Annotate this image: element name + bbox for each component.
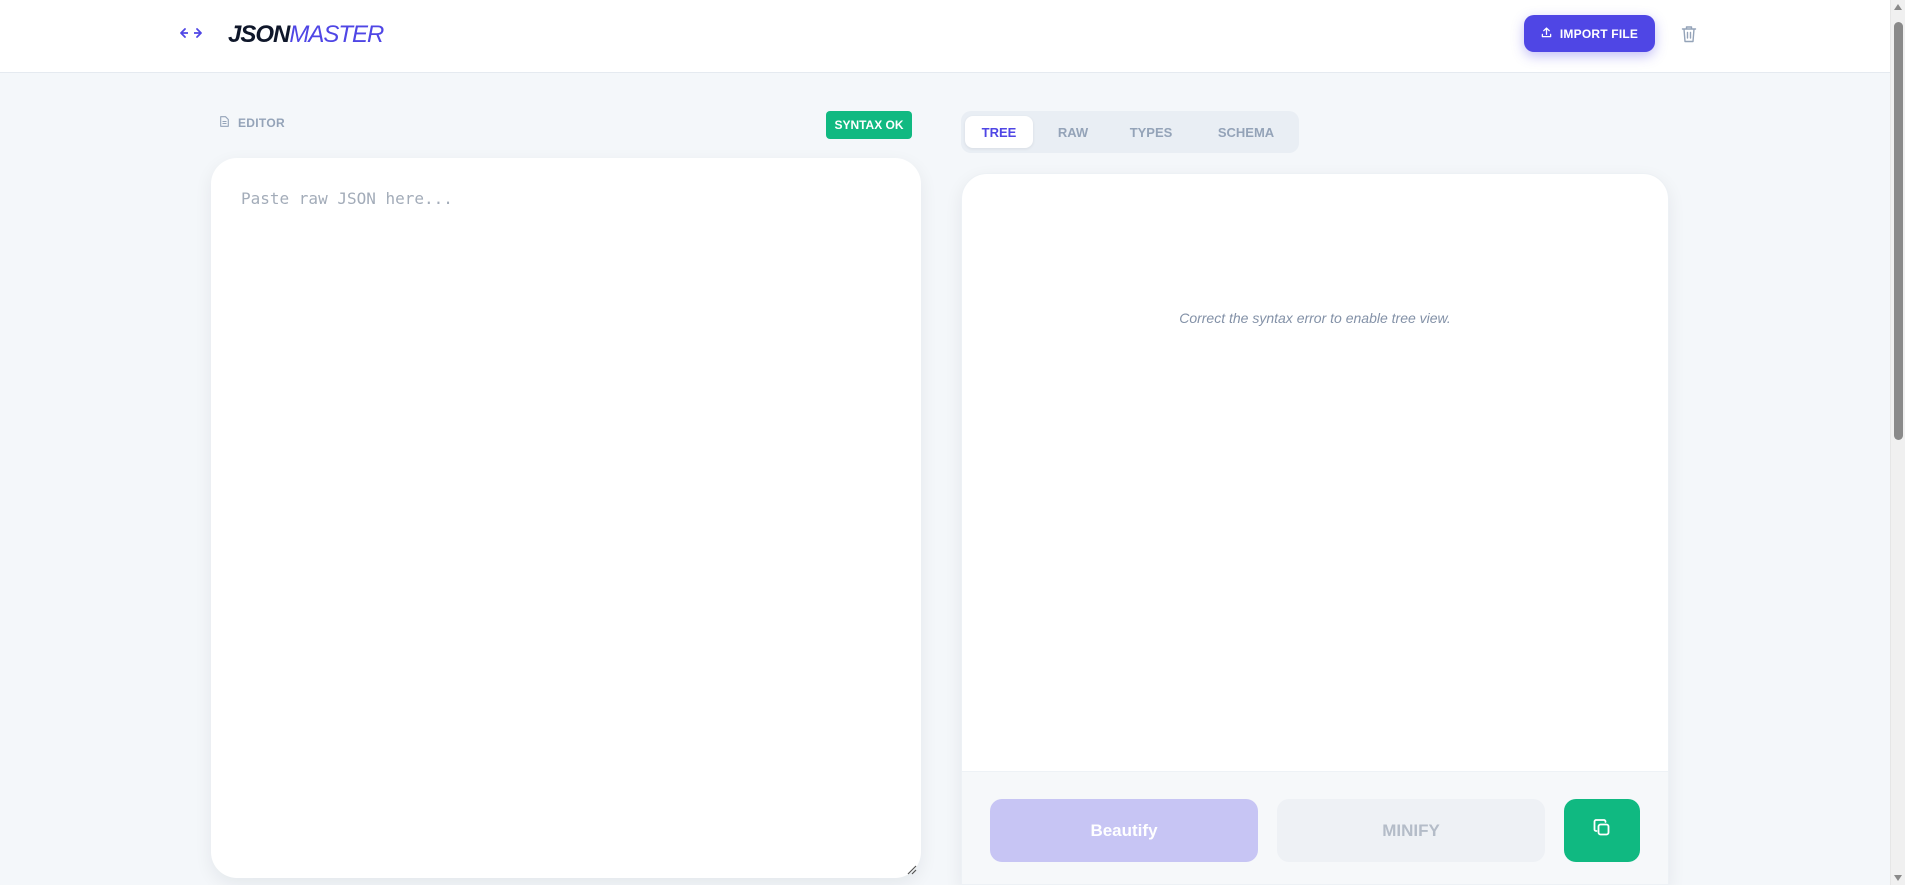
syntax-status-badge: SYNTAX OK	[826, 111, 912, 139]
tab-tree[interactable]: TREE	[965, 116, 1033, 148]
top-bar: JSONMASTER IMPORT FILE	[0, 0, 1890, 73]
scroll-up-arrow-icon[interactable]	[1894, 4, 1902, 10]
beautify-button[interactable]: Beautify	[990, 799, 1258, 862]
tab-schema[interactable]: SCHEMA	[1201, 116, 1291, 148]
copy-icon	[1592, 818, 1612, 843]
editor-card	[211, 158, 921, 878]
viewer-actions: Beautify MINIFY	[962, 771, 1668, 884]
document-icon	[220, 116, 229, 130]
import-file-button[interactable]: IMPORT FILE	[1524, 15, 1655, 52]
scroll-down-arrow-icon[interactable]	[1894, 875, 1902, 881]
swap-arrows-icon[interactable]	[176, 22, 206, 44]
tab-raw[interactable]: RAW	[1045, 116, 1101, 148]
page-scrollbar[interactable]	[1890, 0, 1905, 885]
view-tabs: TREE RAW TYPES SCHEMA	[961, 111, 1299, 153]
logo-strong: JSON	[228, 21, 290, 48]
json-input[interactable]	[211, 158, 921, 878]
minify-button[interactable]: MINIFY	[1277, 799, 1545, 862]
editor-heading: EDITOR	[220, 116, 285, 130]
import-file-label: IMPORT FILE	[1559, 26, 1639, 41]
upload-icon	[1541, 26, 1552, 41]
resize-handle-icon[interactable]	[905, 862, 917, 875]
copy-button[interactable]	[1564, 799, 1640, 862]
trash-icon[interactable]	[1678, 22, 1700, 46]
logo-light: MASTER	[289, 21, 384, 48]
tab-types[interactable]: TYPES	[1111, 116, 1191, 148]
scroll-thumb[interactable]	[1894, 22, 1903, 440]
editor-label: EDITOR	[238, 116, 285, 130]
tree-view-message: Correct the syntax error to enable tree …	[1179, 310, 1451, 326]
app-logo: JSONMASTER	[228, 18, 384, 52]
viewer-card: Correct the syntax error to enable tree …	[961, 173, 1669, 885]
